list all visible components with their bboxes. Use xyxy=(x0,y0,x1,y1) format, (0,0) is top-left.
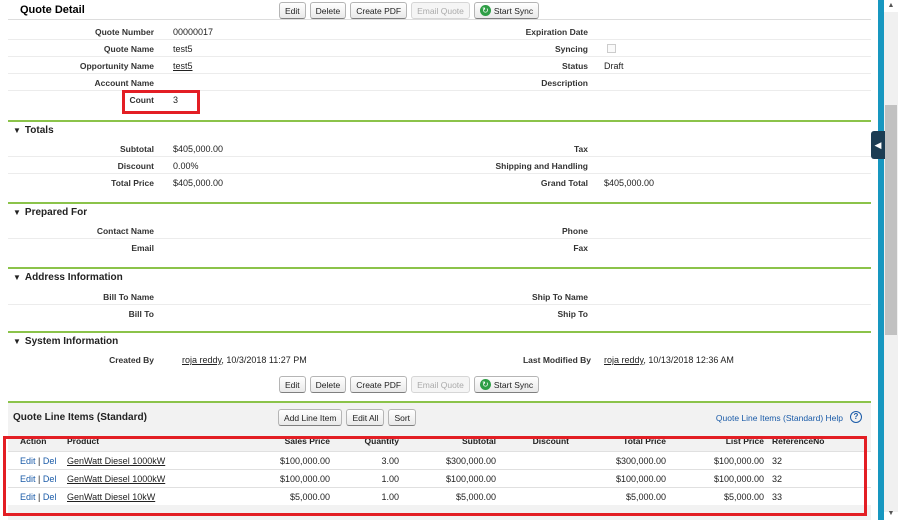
last-modified-date: , 10/13/2018 12:36 AM xyxy=(643,355,734,365)
field-row: Bill To Name Ship To Name xyxy=(8,288,871,305)
triangle-down-icon: ▼ xyxy=(13,273,21,282)
field-row: Subtotal $405,000.00 Tax xyxy=(8,140,871,157)
field-row: Opportunity Name test5 Status Draft xyxy=(8,57,871,74)
highlight-box-line-items xyxy=(3,436,867,516)
syncing-label: Syncing xyxy=(554,44,588,54)
tax-label: Tax xyxy=(573,144,588,154)
create-pdf-button[interactable]: Create PDF xyxy=(350,376,408,393)
start-sync-button[interactable]: ↻ Start Sync xyxy=(473,376,540,393)
bill-to-label: Bill To xyxy=(128,309,154,319)
sort-button[interactable]: Sort xyxy=(388,409,417,426)
scrollbar-thumb[interactable] xyxy=(885,105,897,335)
field-row: Quote Name test5 Syncing xyxy=(8,40,871,57)
expiration-date-label: Expiration Date xyxy=(525,27,588,37)
last-modified-value: roja reddy, 10/13/2018 12:36 AM xyxy=(604,355,734,365)
system-title: System Information xyxy=(24,336,119,347)
scroll-down-arrow-icon[interactable]: ▼ xyxy=(887,510,895,517)
start-sync-button[interactable]: ↻ Start Sync xyxy=(473,2,540,19)
total-price-value: $405,000.00 xyxy=(173,178,224,188)
email-label: Email xyxy=(131,243,154,253)
field-row: Discount 0.00% Shipping and Handling xyxy=(8,157,871,174)
last-modified-user-link[interactable]: roja reddy xyxy=(604,355,643,365)
create-pdf-button[interactable]: Create PDF xyxy=(350,2,408,19)
prepared-for-title: Prepared For xyxy=(24,207,88,218)
line-items-button-row: Add Line Item Edit All Sort xyxy=(278,409,417,426)
edit-all-button[interactable]: Edit All xyxy=(346,409,385,426)
line-items-help-link[interactable]: Quote Line Items (Standard) Help xyxy=(716,413,843,423)
created-by-user-link[interactable]: roja reddy xyxy=(182,355,221,365)
description-label: Description xyxy=(541,78,588,88)
opportunity-link[interactable]: test5 xyxy=(173,61,193,71)
discount-label: Discount xyxy=(117,161,154,171)
quote-name-value: test5 xyxy=(173,44,193,54)
scroll-up-arrow-icon[interactable]: ▲ xyxy=(887,2,895,9)
created-by-value: roja reddy, 10/3/2018 11:27 PM xyxy=(182,355,307,365)
bill-to-name-label: Bill To Name xyxy=(103,292,154,302)
email-quote-button[interactable]: Email Quote xyxy=(411,2,470,19)
line-items-title: Quote Line Items (Standard) xyxy=(13,412,147,423)
delete-button[interactable]: Delete xyxy=(309,376,347,393)
grand-total-label: Grand Total xyxy=(540,178,588,188)
collapse-arrow-icon[interactable]: ◀ xyxy=(871,131,885,159)
field-row: Quote Number 00000017 Expiration Date xyxy=(8,23,871,40)
highlight-box-count xyxy=(122,90,200,114)
start-sync-label: Start Sync xyxy=(493,5,534,16)
main-content: Quote Detail Edit Delete Create PDF Emai… xyxy=(0,0,875,520)
field-row: Total Price $405,000.00 Grand Total $405… xyxy=(8,174,871,191)
discount-value: 0.00% xyxy=(173,161,199,171)
quote-number-label: Quote Number xyxy=(94,27,154,37)
system-section-header[interactable]: ▼ System Information xyxy=(8,331,871,349)
bottom-button-row: Edit Delete Create PDF Email Quote ↻ Sta… xyxy=(279,376,540,393)
opportunity-name-label: Opportunity Name xyxy=(79,61,154,71)
add-line-item-button[interactable]: Add Line Item xyxy=(278,409,343,426)
created-by-date: , 10/3/2018 11:27 PM xyxy=(221,355,307,365)
field-row: Contact Name Phone xyxy=(8,222,871,239)
field-row: Email Fax xyxy=(8,239,871,256)
status-label: Status xyxy=(562,61,588,71)
field-row: Bill To Ship To xyxy=(8,305,871,322)
start-sync-label: Start Sync xyxy=(493,379,534,390)
phone-label: Phone xyxy=(562,226,588,236)
total-price-label: Total Price xyxy=(111,178,154,188)
page-title: Quote Detail xyxy=(20,4,85,16)
ship-to-label: Ship To xyxy=(557,309,588,319)
triangle-down-icon: ▼ xyxy=(13,126,21,135)
field-row: Account Name Description xyxy=(8,74,871,91)
delete-button[interactable]: Delete xyxy=(309,2,347,19)
quote-number-value: 00000017 xyxy=(173,27,214,37)
totals-title: Totals xyxy=(24,125,54,136)
triangle-down-icon: ▼ xyxy=(13,208,21,217)
created-by-label: Created By xyxy=(109,355,154,365)
refresh-icon: ↻ xyxy=(479,379,491,390)
ship-to-name-label: Ship To Name xyxy=(531,292,588,302)
help-icon[interactable]: ? xyxy=(850,411,862,423)
field-row: Created By roja reddy, 10/3/2018 11:27 P… xyxy=(8,351,871,368)
status-value: Draft xyxy=(604,61,624,71)
edit-button[interactable]: Edit xyxy=(279,2,306,19)
email-quote-button[interactable]: Email Quote xyxy=(411,376,470,393)
subtotal-value: $405,000.00 xyxy=(173,144,224,154)
last-modified-label: Last Modified By xyxy=(522,355,591,365)
top-button-row: Edit Delete Create PDF Email Quote ↻ Sta… xyxy=(279,2,540,19)
fax-label: Fax xyxy=(573,243,588,253)
edit-button[interactable]: Edit xyxy=(279,376,306,393)
grand-total-value: $405,000.00 xyxy=(604,178,655,188)
totals-section-header[interactable]: ▼ Totals xyxy=(8,120,871,138)
address-title: Address Information xyxy=(24,272,123,283)
prepared-for-section-header[interactable]: ▼ Prepared For xyxy=(8,202,871,220)
subtotal-label: Subtotal xyxy=(120,144,154,154)
refresh-icon: ↻ xyxy=(479,5,491,16)
address-section-header[interactable]: ▼ Address Information xyxy=(8,267,871,285)
quote-name-label: Quote Name xyxy=(103,44,154,54)
triangle-down-icon: ▼ xyxy=(13,337,21,346)
syncing-checkbox xyxy=(607,44,616,53)
shipping-label: Shipping and Handling xyxy=(495,161,588,171)
account-name-label: Account Name xyxy=(94,78,154,88)
contact-name-label: Contact Name xyxy=(96,226,154,236)
